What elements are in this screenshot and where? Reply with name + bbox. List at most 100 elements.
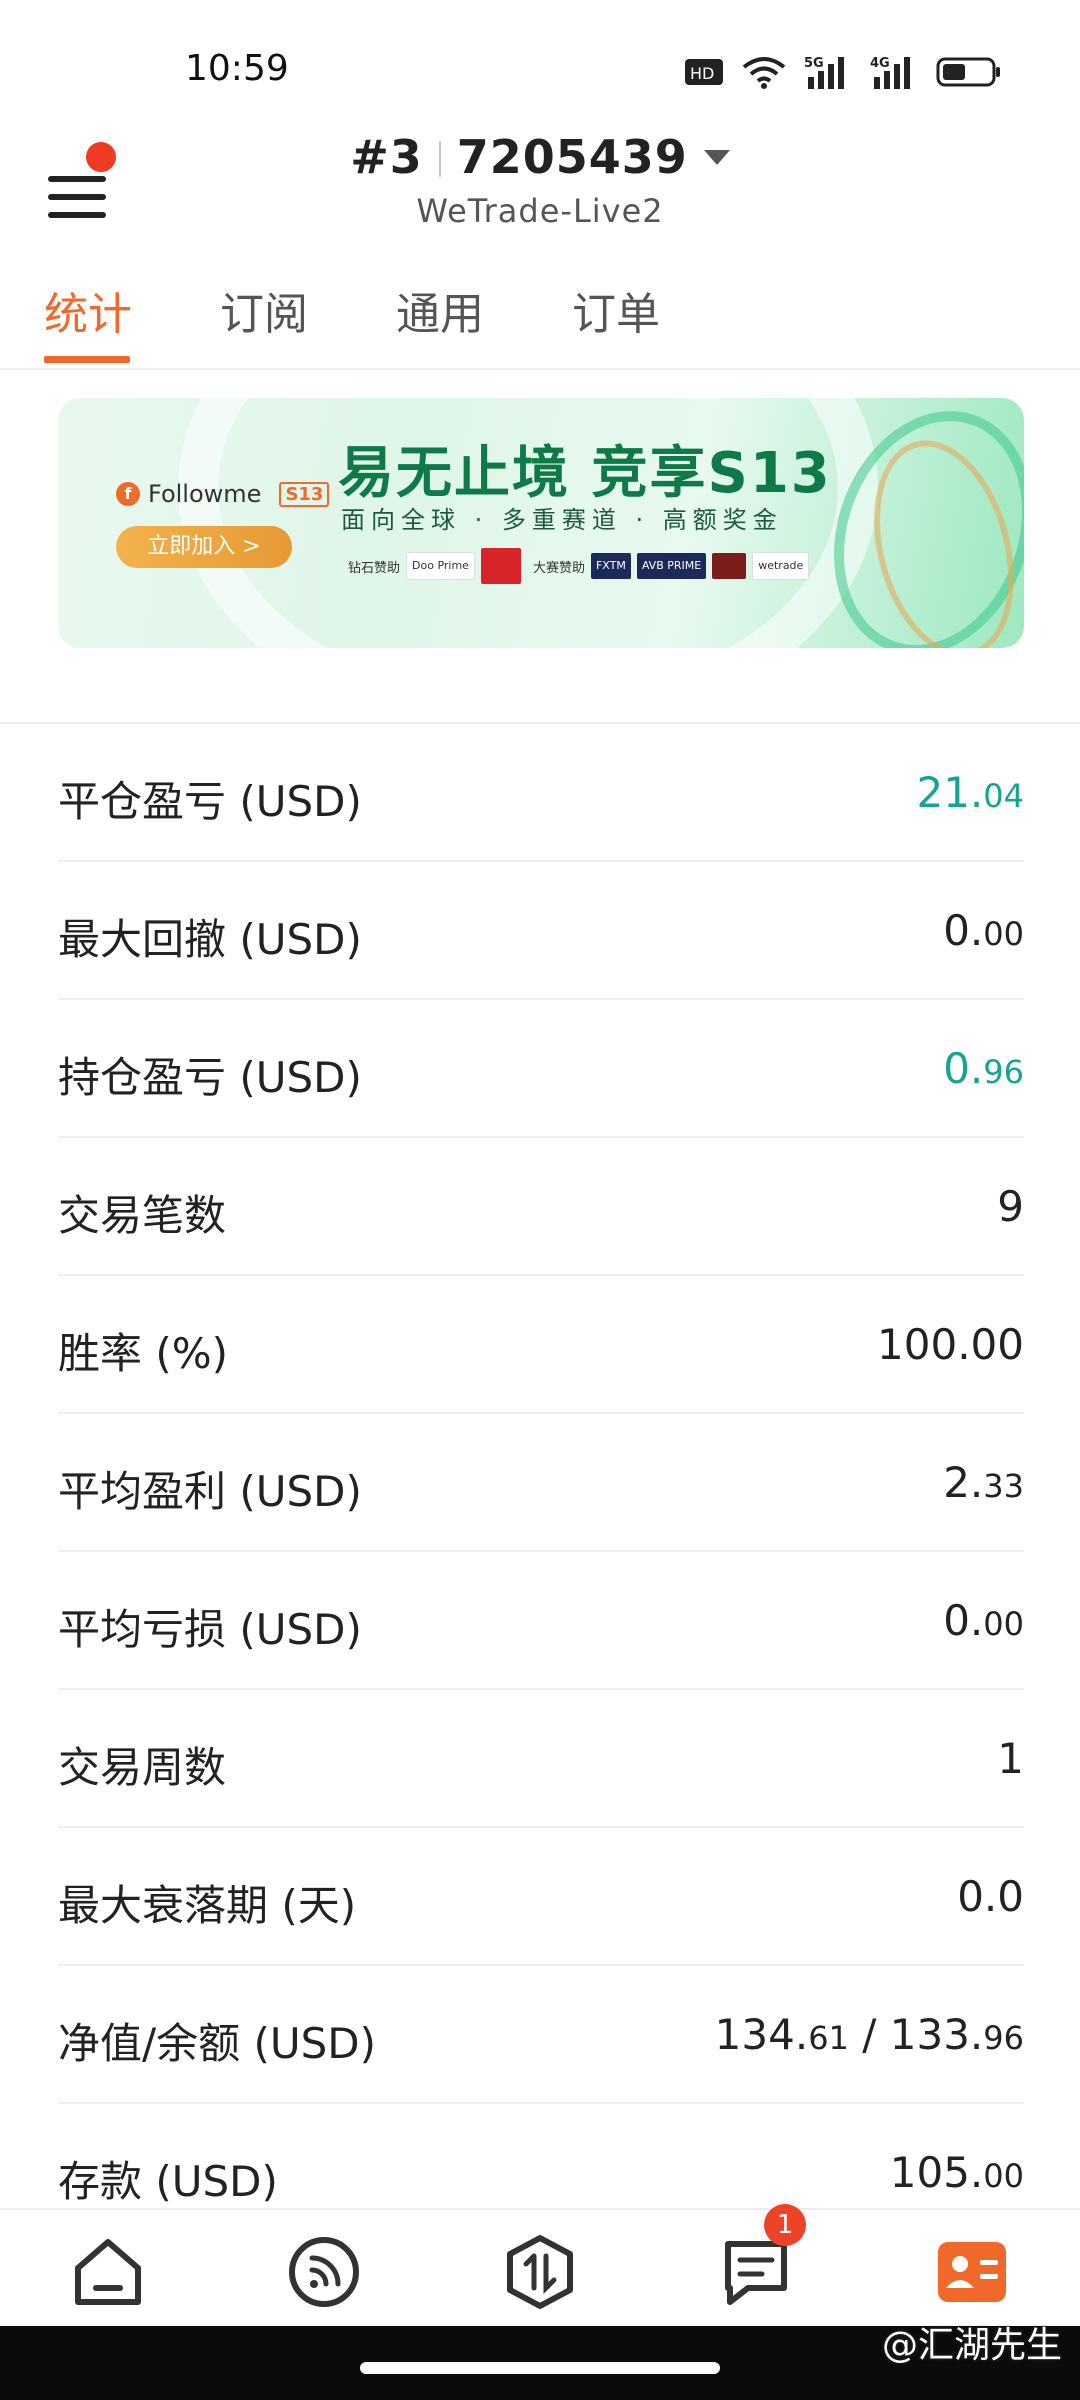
stat-label: 交易笔数: [58, 1191, 227, 1240]
stat-value-integer: 9: [997, 1182, 1024, 1231]
account-selector[interactable]: #3 7205439: [0, 130, 1080, 184]
banner-subtitle: 面向全球 · 多重赛道 · 高额奖金: [341, 506, 783, 534]
stat-value: 0.0: [957, 1872, 1024, 1921]
followme-logo-icon: f: [116, 482, 140, 506]
tab-orders[interactable]: 订单: [572, 278, 660, 342]
stat-label: 最大回撤 (USD): [58, 915, 362, 964]
stat-value-integer: 134.: [714, 2010, 809, 2059]
stat-label: 存款 (USD): [58, 2157, 278, 2206]
message-badge: 1: [764, 2204, 806, 2246]
sponsor-logo-icon: [712, 553, 747, 579]
account-number: 7205439: [456, 130, 688, 184]
stat-value-decimal: 00: [983, 915, 1024, 953]
hd-icon: HD: [684, 58, 724, 86]
wifi-icon: [742, 55, 786, 89]
svg-text:5G: 5G: [804, 56, 824, 71]
separator: [438, 141, 441, 177]
stat-value-integer: 0.: [943, 906, 984, 955]
join-now-button[interactable]: 立即加入 >: [116, 526, 292, 568]
stat-value: 21.04: [916, 768, 1024, 817]
stats-list: 平仓盈亏 (USD) 21.04 最大回撤 (USD) 0.00 持仓盈亏 (USD) 0…: [58, 724, 1024, 2242]
signal-4g-icon: 4G: [870, 55, 918, 89]
stat-label: 净值/余额 (USD): [58, 2019, 377, 2068]
stat-row: 胜率 (%) 100.00: [58, 1276, 1024, 1414]
stat-value: 0.00: [943, 906, 1024, 955]
promo-banner[interactable]: f Followme S13 立即加入 > 易无止境 竞享S13 面向全球 · …: [58, 398, 1024, 648]
stat-value: 134.61 / 133.96: [715, 2010, 1024, 2059]
stat-value-decimal: 00: [983, 2157, 1024, 2195]
section-divider: [0, 672, 1080, 724]
tab-subscriptions[interactable]: 订阅: [220, 278, 308, 342]
caret-down-icon: [703, 150, 730, 165]
banner-brand: f Followme S13: [116, 480, 330, 508]
stat-value-decimal: 61: [808, 2019, 849, 2057]
sponsor-label: 大赛赞助: [532, 560, 585, 576]
nav-messages[interactable]: 1: [716, 2204, 806, 2312]
stat-label: 平均亏损 (USD): [58, 1605, 362, 1654]
stat-row: 平均亏损 (USD) 0.00: [58, 1552, 1024, 1690]
home-icon: [75, 2239, 141, 2305]
stat-row: 持仓盈亏 (USD) 0.96: [58, 1000, 1024, 1138]
stat-value-integer: 2.: [943, 1458, 984, 1507]
stat-label: 平均盈利 (USD): [58, 1467, 362, 1516]
sponsor-logo: wetrade: [752, 552, 810, 580]
home-indicator[interactable]: [360, 2362, 720, 2374]
stat-value: 100.00: [877, 1320, 1024, 1369]
rss-icon: [289, 2237, 359, 2307]
status-time: 10:59: [185, 48, 289, 89]
s13-badge: S13: [279, 481, 330, 507]
stat-label: 胜率 (%): [58, 1329, 229, 1378]
stat-row: 交易笔数 9: [58, 1138, 1024, 1276]
stat-row: 最大回撤 (USD) 0.00: [58, 862, 1024, 1000]
nav-home[interactable]: [68, 2232, 148, 2312]
stat-row: 净值/余额 (USD) 134.61 / 133.96: [58, 1966, 1024, 2104]
profile-card-icon: [938, 2242, 1006, 2302]
signal-5g-icon: 5G: [804, 55, 852, 89]
stat-label: 最大衰落期 (天): [58, 1881, 357, 1930]
tab-general[interactable]: 通用: [396, 278, 484, 342]
stat-label: 平仓盈亏 (USD): [58, 777, 362, 826]
sponsor-logo: Doo Prime: [406, 552, 475, 580]
trade-icon: [507, 2235, 573, 2309]
battery-icon: [936, 56, 1002, 88]
stat-label: 交易周数: [58, 1743, 227, 1792]
stat-value-integer: 105.: [889, 2148, 984, 2197]
nav-feed[interactable]: [284, 2232, 364, 2312]
sponsor-label: 钻石赞助: [348, 560, 401, 576]
stat-value-integer: 1: [997, 1734, 1024, 1783]
stat-value-integer: 0.: [943, 1044, 984, 1093]
stat-label: 持仓盈亏 (USD): [58, 1053, 362, 1102]
server-name: WeTrade-Live2: [416, 192, 664, 230]
stat-value-decimal: 04: [983, 777, 1024, 815]
banner-title: 易无止境 竞享S13: [338, 441, 832, 506]
svg-text:4G: 4G: [870, 56, 890, 71]
stat-value: 105.00: [890, 2148, 1024, 2197]
status-bar: 10:59 HD 5G 4G: [0, 0, 1080, 110]
stat-value: 2.33: [943, 1458, 1024, 1507]
sponsor-logo: FXTM: [590, 553, 631, 579]
bottom-nav: 1: [0, 2204, 1080, 2328]
stat-value-decimal: 96: [983, 2019, 1024, 2057]
stat-row: 最大衰落期 (天) 0.0: [58, 1828, 1024, 1966]
watermark: @汇湖先生: [881, 2325, 1062, 2366]
stat-value-integer: 21.: [916, 768, 984, 817]
stat-value: 0.00: [943, 1596, 1024, 1645]
stat-value-decimal: 96: [983, 1053, 1024, 1091]
tab-statistics[interactable]: 统计: [44, 278, 132, 342]
stat-value: 0.96: [943, 1044, 1024, 1093]
stat-value: 9: [997, 1182, 1024, 1231]
stat-value-decimal: 33: [983, 1467, 1024, 1505]
stat-row: 交易周数 1: [58, 1690, 1024, 1828]
nav-profile[interactable]: [932, 2232, 1012, 2312]
stat-value-integer: 0.: [943, 1596, 984, 1645]
stat-value-integer: / 133.: [848, 2010, 984, 2059]
sponsor-logo: AVB PRIME: [636, 553, 707, 579]
tab-bar: 统计 订阅 通用 订单: [0, 268, 1080, 370]
nav-trade[interactable]: [500, 2232, 580, 2312]
svg-text:HD: HD: [690, 64, 714, 83]
stat-row: 平均盈利 (USD) 2.33: [58, 1414, 1024, 1552]
stat-value-decimal: 00: [983, 1605, 1024, 1643]
stat-value-integer: 0.0: [957, 1872, 1024, 1921]
stat-value: 1: [997, 1734, 1024, 1783]
status-icons: HD 5G 4G: [684, 52, 1002, 92]
